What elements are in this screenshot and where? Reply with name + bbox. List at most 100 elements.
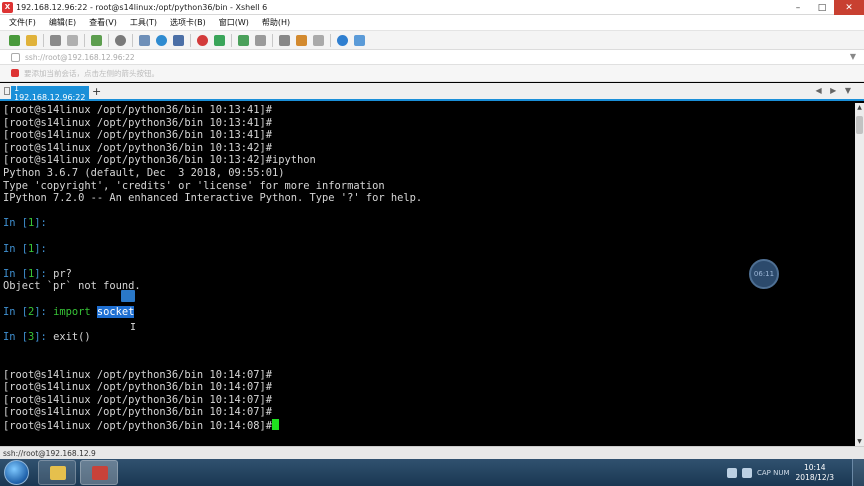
menu-view[interactable]: 查看(V) bbox=[89, 17, 117, 28]
scroll-thumb[interactable] bbox=[856, 116, 863, 134]
terminal-line: In [3]: exit() bbox=[3, 331, 91, 344]
show-desktop-button[interactable] bbox=[852, 459, 864, 486]
terminal-line: [root@s14linux /opt/python36/bin 10:13:4… bbox=[3, 154, 316, 167]
terminal-text: ]: bbox=[34, 305, 54, 318]
font-icon[interactable] bbox=[173, 34, 184, 46]
menu-help[interactable]: 帮助(H) bbox=[262, 17, 290, 28]
maximize-button[interactable]: □ bbox=[810, 0, 834, 15]
search-icon[interactable] bbox=[115, 34, 126, 46]
caps-num-indicator: CAP NUM bbox=[757, 468, 790, 477]
terminal-line: In [2]: import socket bbox=[3, 305, 135, 319]
scroll-down-icon[interactable]: ▼ bbox=[855, 437, 864, 446]
terminal-line: IPython 7.2.0 -- An enhanced Interactive… bbox=[3, 192, 422, 205]
toolbar-divider bbox=[108, 33, 109, 47]
terminal-text: [root@s14linux /opt/python36/bin 10:14:0… bbox=[3, 406, 272, 419]
terminal-line: [root@s14linux /opt/python36/bin 10:14:0… bbox=[3, 381, 272, 394]
link-icon[interactable] bbox=[50, 34, 61, 46]
toolbar-divider bbox=[43, 33, 44, 47]
terminal-text: In [ bbox=[3, 330, 29, 343]
terminal-text: In [ bbox=[3, 242, 29, 255]
start-button[interactable] bbox=[4, 460, 29, 485]
terminal-text: IPython 7.2.0 -- An enhanced Interactive… bbox=[3, 192, 423, 205]
clock[interactable]: 10:14 2018/12/3 bbox=[796, 463, 834, 483]
unlink-icon[interactable] bbox=[67, 34, 78, 46]
terminal-line: Type 'copyright', 'credits' or 'license'… bbox=[3, 180, 385, 193]
taskbar-explorer-button[interactable] bbox=[38, 460, 76, 485]
menu-file[interactable]: 文件(F) bbox=[9, 17, 36, 28]
toolbar-divider bbox=[272, 33, 273, 47]
folder-icon bbox=[50, 466, 66, 480]
open-folder-icon[interactable] bbox=[26, 34, 37, 46]
system-tray: CAP NUM 10:14 2018/12/3 bbox=[727, 459, 864, 486]
copy-tooltip-icon[interactable] bbox=[121, 290, 135, 302]
tab-session-1[interactable]: 1 192.168.12.96:22 bbox=[11, 84, 89, 102]
status-connection: ssh://root@192.168.12.9 bbox=[3, 448, 96, 458]
transfer-icon[interactable] bbox=[139, 34, 150, 46]
menu-edit[interactable]: 编辑(E) bbox=[49, 17, 76, 28]
clock-time: 10:14 bbox=[803, 462, 826, 472]
terminal-line: Python 3.6.7 (default, Dec 3 2018, 09:55… bbox=[3, 167, 285, 180]
add-tab-button[interactable]: + bbox=[92, 85, 101, 98]
volume-icon[interactable] bbox=[742, 467, 752, 478]
keyboard-icon[interactable] bbox=[279, 34, 290, 46]
toolbar-divider bbox=[231, 33, 232, 47]
terminal-text: ]: bbox=[34, 242, 54, 255]
terminal-text: [root@s14linux /opt/python36/bin 10:13:4… bbox=[3, 129, 272, 142]
terminal-text: In [ bbox=[3, 217, 29, 230]
new-session-icon[interactable] bbox=[9, 34, 20, 46]
terminal-line: [root@s14linux /opt/python36/bin 10:14:0… bbox=[3, 394, 272, 407]
chat-icon[interactable] bbox=[354, 34, 365, 46]
terminal-scrollbar[interactable]: ▲ ▼ bbox=[855, 103, 864, 446]
network-icon[interactable] bbox=[727, 467, 737, 478]
terminal-text: In [ bbox=[3, 267, 29, 280]
terminal-text: ]: bbox=[34, 267, 54, 280]
menu-window[interactable]: 窗口(W) bbox=[219, 17, 249, 28]
terminal-cursor bbox=[272, 419, 279, 430]
close-button[interactable]: ✕ bbox=[834, 0, 864, 15]
minimize-button[interactable]: – bbox=[786, 0, 810, 15]
address-dropdown-icon[interactable]: ▼ bbox=[850, 52, 856, 61]
help-icon[interactable] bbox=[337, 34, 348, 46]
terminal-line: [root@s14linux /opt/python36/bin 10:13:4… bbox=[3, 117, 272, 130]
terminal-text: ]: bbox=[34, 330, 54, 343]
globe-icon[interactable] bbox=[156, 34, 167, 46]
new-tab-icon[interactable] bbox=[91, 34, 102, 46]
session-hint-bar: 要添加当前会话，点击左侧的箭头按钮。 bbox=[0, 65, 864, 82]
terminal-line: Object `pr` not found. bbox=[3, 280, 141, 293]
lock-icon[interactable] bbox=[255, 34, 266, 46]
tab-navigation[interactable]: ◀ ▶ ▼ bbox=[815, 86, 854, 95]
compose-icon[interactable] bbox=[296, 34, 307, 46]
tab-bar: 1 192.168.12.96:22 + ◀ ▶ ▼ bbox=[0, 83, 864, 102]
terminal-text: [root@s14linux /opt/python36/bin 10:14:0… bbox=[3, 368, 272, 381]
terminal-line: [root@s14linux /opt/python36/bin 10:13:4… bbox=[3, 104, 272, 117]
menu-tools[interactable]: 工具(T) bbox=[130, 17, 157, 28]
terminal-text: Object `pr` not found. bbox=[3, 280, 141, 293]
address-bar[interactable]: ssh://root@192.168.12.96:22 ▼ bbox=[0, 50, 864, 65]
layout-icon[interactable] bbox=[313, 34, 324, 46]
title-bar: X 192.168.12.96:22 - root@s14linux:/opt/… bbox=[0, 0, 864, 15]
status-bar: ssh://root@192.168.12.9 bbox=[0, 446, 864, 459]
terminal-line: [root@s14linux /opt/python36/bin 10:14:0… bbox=[3, 419, 279, 432]
terminal-line: In [1]: bbox=[3, 217, 53, 230]
menu-tabs[interactable]: 选项卡(B) bbox=[170, 17, 206, 28]
terminal-text: [root@s14linux /opt/python36/bin 10:13:4… bbox=[3, 154, 316, 167]
address-text[interactable]: ssh://root@192.168.12.96:22 bbox=[25, 53, 135, 62]
terminal-text: Python 3.6.7 (default, Dec 3 2018, 09:55… bbox=[3, 167, 285, 179]
bookmark-icon[interactable] bbox=[11, 69, 19, 77]
terminal-text: [root@s14linux /opt/python36/bin 10:14:0… bbox=[3, 381, 272, 394]
taskbar-xshell-button[interactable] bbox=[80, 460, 118, 485]
terminal-output[interactable]: [root@s14linux /opt/python36/bin 10:13:4… bbox=[0, 103, 855, 446]
record-icon[interactable] bbox=[197, 34, 208, 46]
session-manager-icon[interactable] bbox=[4, 87, 10, 95]
recording-timer-badge[interactable]: 06:11 bbox=[749, 259, 779, 289]
script-icon[interactable] bbox=[214, 34, 225, 46]
scroll-up-icon[interactable]: ▲ bbox=[855, 103, 864, 112]
terminal-line: In [1]: bbox=[3, 243, 53, 256]
terminal-line: [root@s14linux /opt/python36/bin 10:14:0… bbox=[3, 369, 272, 382]
terminal-text: [root@s14linux /opt/python36/bin 10:13:4… bbox=[3, 116, 272, 129]
fullscreen-icon[interactable] bbox=[238, 34, 249, 46]
xshell-icon bbox=[92, 466, 108, 480]
terminal-text: exit() bbox=[53, 330, 91, 343]
menu-bar: 文件(F) 编辑(E) 查看(V) 工具(T) 选项卡(B) 窗口(W) 帮助(… bbox=[0, 15, 864, 30]
